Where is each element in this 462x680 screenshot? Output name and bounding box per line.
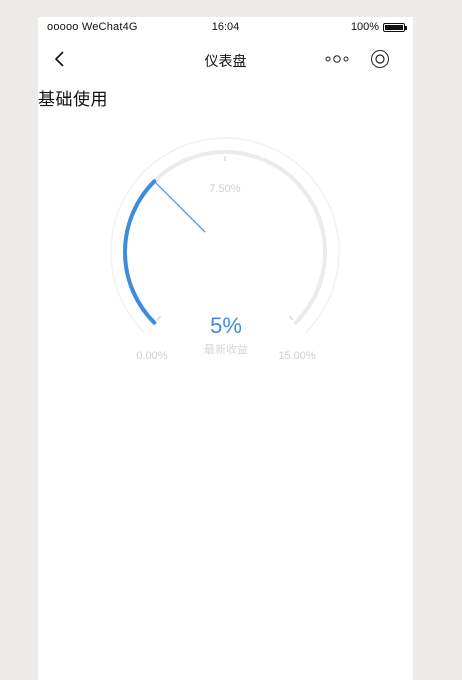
status-bar: ooooo WeChat4G 16:04 100% bbox=[38, 17, 413, 39]
navigation-bar: 仪表盘 bbox=[38, 39, 413, 79]
gauge-tick-2 bbox=[288, 315, 294, 321]
battery-percent: 100% bbox=[350, 21, 379, 33]
gauge-axis-label-max: 15.00% bbox=[278, 350, 316, 362]
more-button[interactable] bbox=[324, 51, 350, 67]
gauge-tick-0 bbox=[156, 315, 162, 321]
battery-status: 100% bbox=[350, 21, 407, 33]
gauge-chart: 5% 最新收益 0.00% 7.50% 15.00% bbox=[38, 117, 413, 362]
section-title: 基础使用 bbox=[38, 90, 108, 109]
gauge-track bbox=[123, 150, 327, 325]
gauge-outer-ring bbox=[110, 137, 340, 334]
page-title: 仪表盘 bbox=[204, 53, 247, 69]
gauge-progress bbox=[123, 179, 157, 325]
gauge-value: 5% bbox=[210, 313, 242, 338]
gauge-detail-label: 最新收益 bbox=[204, 344, 248, 356]
gauge-axis-label-min: 0.00% bbox=[136, 350, 168, 362]
target-circle-icon bbox=[371, 50, 389, 68]
more-dots-icon bbox=[325, 55, 349, 63]
close-button[interactable] bbox=[370, 49, 390, 69]
battery-icon bbox=[383, 22, 407, 32]
phone-screen: ooooo WeChat4G 16:04 100% 仪表盘 基础使用 5% 最新… bbox=[38, 17, 413, 680]
gauge-axis-label-mid: 7.50% bbox=[209, 183, 241, 195]
